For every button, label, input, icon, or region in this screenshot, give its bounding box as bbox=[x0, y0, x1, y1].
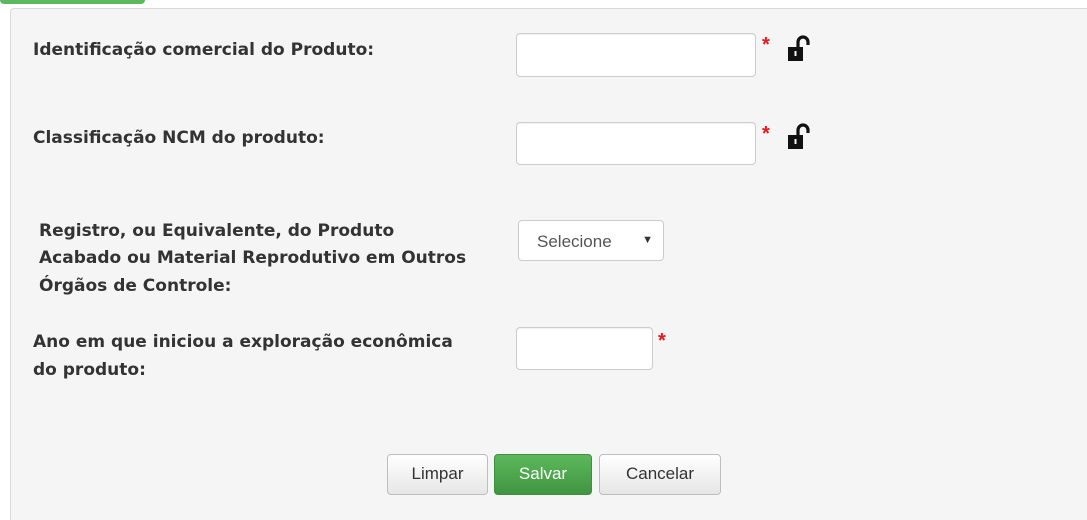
cancelar-button[interactable]: Cancelar bbox=[599, 454, 721, 495]
registro-label-line2: Acabado ou Material Reprodutivo em Outro… bbox=[39, 248, 467, 268]
unlocked-padlock-icon[interactable] bbox=[787, 123, 811, 151]
limpar-button[interactable]: Limpar bbox=[387, 454, 488, 495]
required-marker: * bbox=[658, 330, 666, 352]
required-marker: * bbox=[762, 123, 770, 145]
ncm-label: Classificação NCM do produto: bbox=[33, 128, 325, 148]
ano-input[interactable] bbox=[516, 327, 653, 370]
identificacao-input[interactable] bbox=[516, 33, 756, 77]
required-marker: * bbox=[762, 34, 770, 56]
caret-down-icon: ▼ bbox=[642, 234, 653, 246]
active-tab-indicator bbox=[0, 0, 145, 4]
ncm-input[interactable] bbox=[516, 122, 756, 165]
form-panel: Identificação comercial do Produto: * Cl… bbox=[10, 8, 1087, 520]
registro-select[interactable]: Selecione ▼ bbox=[518, 220, 664, 261]
registro-label-line1: Registro, ou Equivalente, do Produto bbox=[39, 221, 395, 241]
salvar-button[interactable]: Salvar bbox=[494, 454, 592, 495]
identificacao-label: Identificação comercial do Produto: bbox=[33, 40, 375, 60]
unlocked-padlock-icon[interactable] bbox=[787, 35, 811, 63]
ano-label-line2: do produto: bbox=[33, 360, 146, 380]
registro-select-value: Selecione bbox=[537, 232, 612, 251]
ano-label-line1: Ano em que iniciou a exploração econômic… bbox=[33, 332, 453, 352]
registro-label-line3: Órgãos de Controle: bbox=[39, 276, 232, 296]
